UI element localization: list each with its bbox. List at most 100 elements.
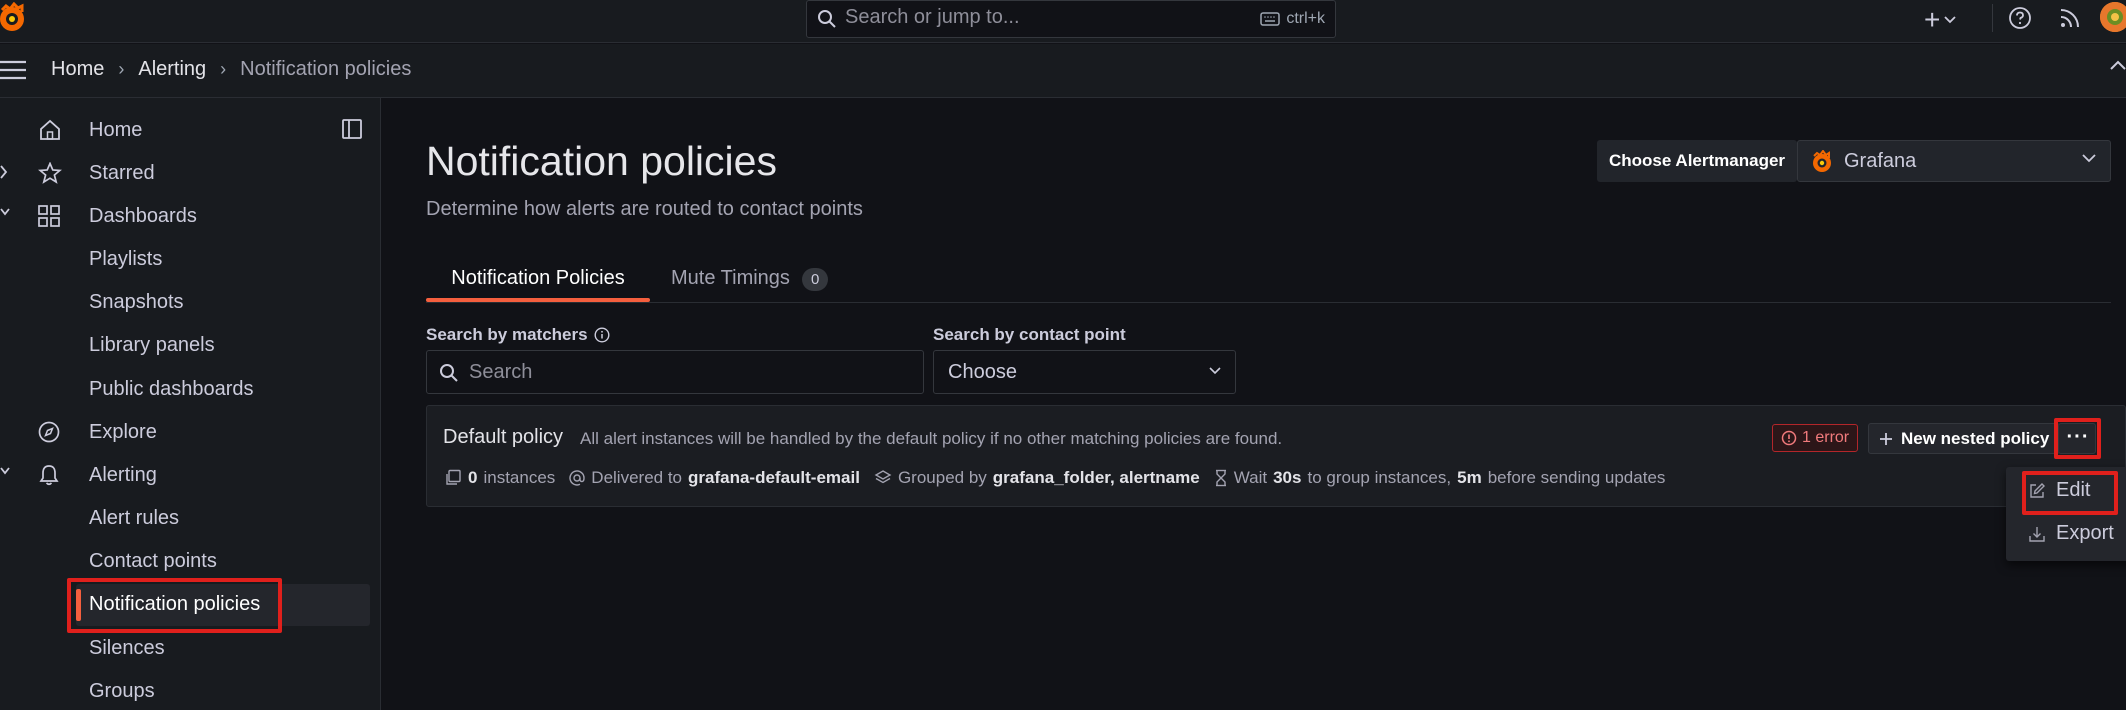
wait-value: 30s bbox=[1273, 468, 1302, 487]
delivered-meta: Delivered to grafana-default-email bbox=[569, 468, 860, 488]
policy-description: All alert instances will be handled by t… bbox=[580, 429, 1283, 448]
wait-suffix: to group instances, bbox=[1307, 468, 1452, 487]
matchers-search-input[interactable]: Search bbox=[426, 350, 924, 394]
sidebar-item-label: Playlists bbox=[89, 247, 163, 270]
sidebar-item-label: Alert rules bbox=[89, 506, 180, 529]
breadcrumb-separator: › bbox=[118, 59, 125, 79]
breadcrumb-separator: › bbox=[220, 59, 227, 79]
at-icon bbox=[569, 470, 585, 486]
breadcrumb-home[interactable]: Home bbox=[51, 58, 104, 81]
search-icon bbox=[439, 363, 459, 383]
error-badge[interactable]: 1 error bbox=[1772, 424, 1859, 452]
keyboard-icon bbox=[1260, 12, 1281, 26]
instances-count: 0 bbox=[468, 468, 478, 487]
keyboard-shortcut: ctrl+k bbox=[1260, 10, 1325, 28]
policy-metadata: 0 instances Delivered to grafana-default… bbox=[444, 468, 1679, 488]
sidebar-item-explore[interactable]: Explore bbox=[0, 412, 381, 452]
plus-icon bbox=[1879, 432, 1893, 446]
alertmanager-select[interactable]: Grafana bbox=[1797, 140, 2111, 182]
compass-icon bbox=[38, 421, 60, 443]
grouped-value: grafana_folder, alertname bbox=[992, 468, 1200, 487]
breadcrumb-current: Notification policies bbox=[240, 58, 412, 80]
new-nested-policy-button[interactable]: New nested policy bbox=[1868, 423, 2061, 454]
shortcut-label: ctrl+k bbox=[1286, 10, 1325, 27]
tab-count-badge: 0 bbox=[801, 268, 829, 291]
sidebar-item-public-dashboards[interactable]: Public dashboards bbox=[0, 369, 381, 409]
sidebar-item-label: Starred bbox=[89, 161, 155, 184]
sidebar-item-alert-rules[interactable]: Alert rules bbox=[0, 498, 381, 538]
alertmanager-value: Grafana bbox=[1844, 150, 1917, 172]
sidebar-item-snapshots[interactable]: Snapshots bbox=[0, 282, 381, 322]
sidebar-item-label: Library panels bbox=[89, 333, 215, 356]
menu-item-export[interactable]: Export bbox=[2028, 522, 2114, 545]
highlight-box-edit bbox=[2022, 471, 2118, 515]
sidebar-item-playlists[interactable]: Playlists bbox=[0, 239, 381, 279]
search-icon bbox=[817, 9, 837, 29]
sidebar-item-label: Groups bbox=[89, 679, 155, 702]
sidebar-item-label: Alerting bbox=[89, 463, 157, 486]
sidebar-item-starred[interactable]: Starred bbox=[0, 153, 381, 193]
policy-name: Default policy bbox=[443, 426, 564, 448]
highlight-box-more-actions bbox=[2054, 418, 2101, 459]
chevron-down-icon bbox=[1944, 16, 1956, 24]
search-placeholder: Search or jump to... bbox=[845, 6, 1020, 28]
bell-icon bbox=[38, 464, 60, 486]
toolbar-divider bbox=[1992, 4, 1993, 32]
sidebar-item-home[interactable]: Home bbox=[0, 110, 381, 150]
news-feed-icon[interactable] bbox=[2058, 6, 2082, 30]
plus-icon: + bbox=[1924, 4, 1941, 35]
chevron-right-icon[interactable] bbox=[0, 165, 8, 179]
delivered-value[interactable]: grafana-default-email bbox=[688, 468, 860, 488]
new-menu-button[interactable]: + bbox=[1924, 4, 1956, 36]
sidebar-item-contact-points[interactable]: Contact points bbox=[0, 541, 381, 581]
repeat-value: 5m bbox=[1457, 468, 1482, 487]
user-avatar[interactable] bbox=[2100, 2, 2126, 32]
tab-label: Mute Timings bbox=[671, 267, 790, 289]
chevron-down-icon[interactable] bbox=[0, 208, 10, 216]
grafana-logo-icon bbox=[1810, 150, 1834, 174]
active-tab-indicator bbox=[426, 298, 650, 302]
download-icon bbox=[2028, 525, 2046, 543]
default-policy-card bbox=[426, 405, 2126, 507]
chevron-down-icon bbox=[1209, 367, 1221, 375]
contact-point-placeholder: Choose bbox=[948, 361, 1017, 383]
page-title: Notification policies bbox=[426, 138, 777, 184]
wait-label: Wait bbox=[1233, 468, 1268, 487]
contact-point-select[interactable]: Choose bbox=[933, 350, 1236, 394]
sidebar-item-label: Contact points bbox=[89, 549, 217, 572]
highlight-box-notification-policies bbox=[67, 578, 282, 633]
sidebar-item-groups[interactable]: Groups bbox=[0, 671, 381, 710]
sidebar-item-library-panels[interactable]: Library panels bbox=[0, 325, 381, 365]
grafana-logo-icon[interactable] bbox=[0, 2, 30, 36]
chevron-down-icon[interactable] bbox=[0, 467, 10, 475]
matchers-label-text: Search by matchers bbox=[426, 325, 588, 344]
sidebar-item-silences[interactable]: Silences bbox=[0, 628, 381, 668]
sidebar-item-label: Public dashboards bbox=[89, 377, 254, 400]
chevron-down-icon bbox=[2082, 154, 2096, 163]
timing-meta: Wait 30s to group instances, 5m before s… bbox=[1214, 468, 1666, 488]
sidebar-item-label: Dashboards bbox=[89, 204, 197, 227]
error-badge-label: 1 error bbox=[1802, 429, 1850, 446]
repeat-suffix: before sending updates bbox=[1487, 468, 1666, 487]
sidebar-item-dashboards[interactable]: Dashboards bbox=[0, 196, 381, 236]
apps-icon bbox=[38, 205, 60, 227]
sidebar-item-label: Home bbox=[89, 118, 143, 141]
grouped-label: Grouped by bbox=[897, 468, 987, 487]
choose-alertmanager-label: Choose Alertmanager bbox=[1597, 140, 1798, 182]
instances-meta: 0 instances bbox=[444, 468, 555, 488]
menu-item-label: Export bbox=[2056, 522, 2114, 544]
hourglass-icon bbox=[1214, 469, 1228, 487]
chevron-up-icon[interactable] bbox=[2110, 60, 2126, 70]
sidebar-item-alerting[interactable]: Alerting bbox=[0, 455, 381, 495]
breadcrumb-alerting[interactable]: Alerting bbox=[138, 58, 206, 81]
global-search-input[interactable]: Search or jump to... ctrl+k bbox=[806, 0, 1336, 38]
hamburger-menu-icon[interactable] bbox=[0, 58, 28, 82]
tab-mute-timings[interactable]: Mute Timings 0 bbox=[671, 264, 829, 304]
matchers-label: Search by matchers bbox=[426, 325, 610, 345]
info-icon[interactable] bbox=[594, 327, 610, 343]
sidebar-item-label: Explore bbox=[89, 420, 157, 443]
new-nested-policy-label: New nested policy bbox=[1901, 428, 2050, 448]
help-icon[interactable] bbox=[2008, 6, 2032, 30]
sidebar-item-label: Snapshots bbox=[89, 290, 184, 313]
delivered-label: Delivered to bbox=[591, 468, 683, 487]
